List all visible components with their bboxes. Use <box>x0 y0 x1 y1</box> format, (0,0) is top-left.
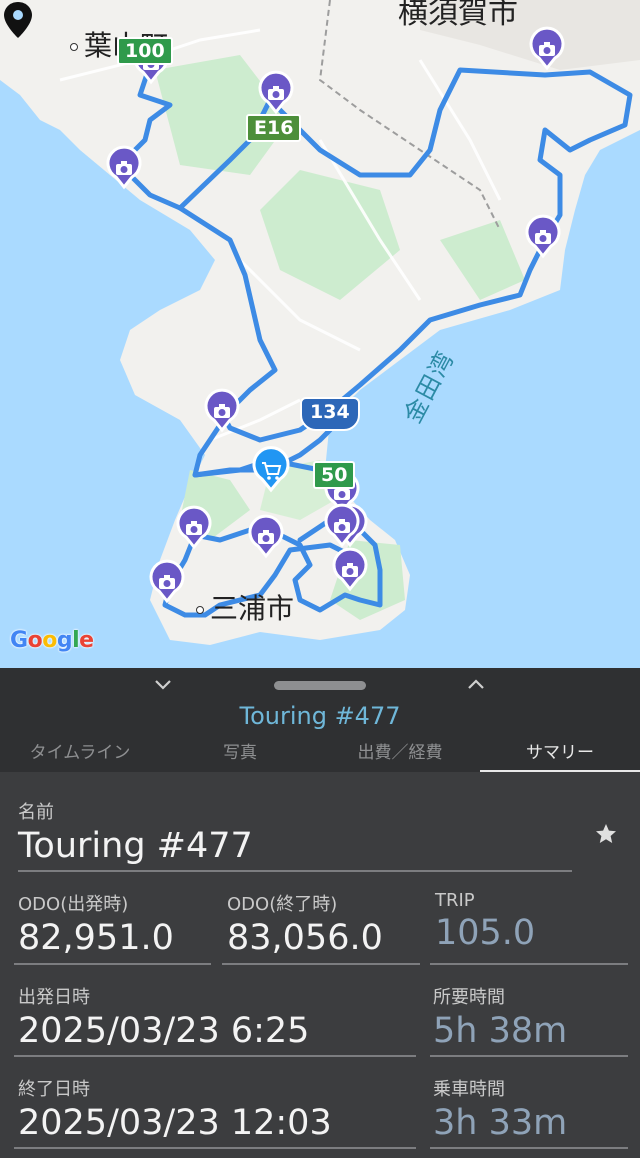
tab-photos[interactable]: 写真 <box>160 738 320 772</box>
drag-handle[interactable] <box>274 681 366 690</box>
chevron-down-icon[interactable] <box>153 676 173 692</box>
map-label-yokosuka: 横須賀市 <box>398 0 518 31</box>
route-shield-e16: E16 <box>246 114 302 142</box>
map-label-miura: 三浦市 <box>196 587 294 627</box>
duration-field: 所要時間 5h 38m <box>430 983 628 1057</box>
route-shield-50: 50 <box>313 461 356 489</box>
route-shield-134: 134 <box>300 397 360 431</box>
tab-expenses[interactable]: 出費／経費 <box>320 738 480 772</box>
odo-end-value: 83,056.0 <box>227 918 383 958</box>
end-label: 終了日時 <box>18 1079 90 1100</box>
odo-end-field[interactable]: ODO(終了時) 83,056.0 <box>222 890 420 965</box>
odo-start-field[interactable]: ODO(出発時) 82,951.0 <box>14 890 211 965</box>
odo-end-label: ODO(終了時) <box>227 894 338 915</box>
tab-bar: タイムライン 写真 出費／経費 サマリー <box>0 738 640 772</box>
trip-label: TRIP <box>435 890 475 911</box>
name-field[interactable]: 名前 Touring #477 <box>18 798 572 872</box>
ride-time-label: 乗車時間 <box>433 1079 505 1100</box>
tab-summary[interactable]: サマリー <box>480 738 640 772</box>
odo-start-label: ODO(出発時) <box>18 894 129 915</box>
depart-value: 2025/03/23 6:25 <box>18 1011 310 1051</box>
name-label: 名前 <box>18 802 54 823</box>
route-map[interactable]: 葉山町 横須賀市 三浦市 金田湾 100 E16 134 50 Google <box>0 0 640 668</box>
map-canvas[interactable] <box>0 0 640 668</box>
app-screen: 葉山町 横須賀市 三浦市 金田湾 100 E16 134 50 Google T… <box>0 0 640 1158</box>
google-logo: Google <box>10 628 94 653</box>
duration-label: 所要時間 <box>433 987 505 1008</box>
ride-time-field: 乗車時間 3h 33m <box>430 1075 628 1149</box>
end-field[interactable]: 終了日時 2025/03/23 12:03 <box>14 1075 416 1149</box>
ride-time-value: 3h 33m <box>433 1103 568 1143</box>
odo-start-value: 82,951.0 <box>18 918 174 958</box>
star-icon[interactable] <box>594 822 618 846</box>
trip-value: 105.0 <box>435 913 536 953</box>
trip-field: TRIP 105.0 <box>430 890 628 965</box>
sheet-header: Touring #477 タイムライン 写真 出費／経費 サマリー <box>0 668 640 772</box>
duration-value: 5h 38m <box>433 1011 568 1051</box>
end-value: 2025/03/23 12:03 <box>18 1103 332 1143</box>
trip-title: Touring #477 <box>239 702 401 730</box>
chevron-up-icon[interactable] <box>466 676 486 692</box>
tab-timeline[interactable]: タイムライン <box>0 738 160 772</box>
depart-label: 出発日時 <box>18 987 90 1008</box>
name-value: Touring #477 <box>18 826 253 866</box>
depart-field[interactable]: 出発日時 2025/03/23 6:25 <box>14 983 416 1057</box>
location-pin-icon[interactable] <box>0 0 36 40</box>
route-shield-100: 100 <box>117 37 173 65</box>
